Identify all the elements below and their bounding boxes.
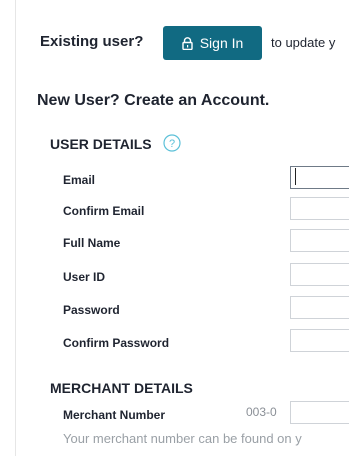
password-label: Password bbox=[63, 303, 120, 317]
merchant-number-prefix: 003-0 bbox=[246, 405, 277, 419]
user-id-label: User ID bbox=[63, 270, 106, 284]
user-id-field[interactable] bbox=[290, 263, 349, 286]
user-details-heading: USER DETAILS bbox=[50, 136, 152, 152]
merchant-details-heading: MERCHANT DETAILS bbox=[50, 380, 193, 396]
page-title: New User? Create an Account. bbox=[37, 92, 270, 109]
full-name-field[interactable] bbox=[290, 229, 349, 252]
confirm-password-field[interactable] bbox=[290, 329, 349, 352]
email-label: Email bbox=[63, 173, 96, 187]
svg-text:?: ? bbox=[169, 138, 175, 150]
sign-in-button[interactable]: Sign In bbox=[163, 26, 262, 60]
merchant-number-field[interactable] bbox=[290, 401, 349, 424]
update-text: to update y bbox=[271, 35, 336, 50]
password-field[interactable] bbox=[290, 296, 349, 319]
sign-in-label: Sign In bbox=[199, 35, 244, 51]
email-field[interactable] bbox=[290, 166, 349, 189]
existing-user-label: Existing user? bbox=[40, 33, 144, 50]
help-icon[interactable]: ? bbox=[163, 134, 181, 152]
confirm-password-label: Confirm Password bbox=[63, 336, 170, 350]
full-name-label: Full Name bbox=[63, 236, 121, 250]
merchant-number-label: Merchant Number bbox=[63, 408, 166, 422]
confirm-email-field[interactable] bbox=[290, 197, 349, 220]
merchant-number-hint: Your merchant number can be found on y bbox=[63, 431, 302, 446]
confirm-email-label: Confirm Email bbox=[63, 204, 145, 218]
text-caret bbox=[295, 168, 296, 185]
lock-icon bbox=[182, 36, 193, 50]
